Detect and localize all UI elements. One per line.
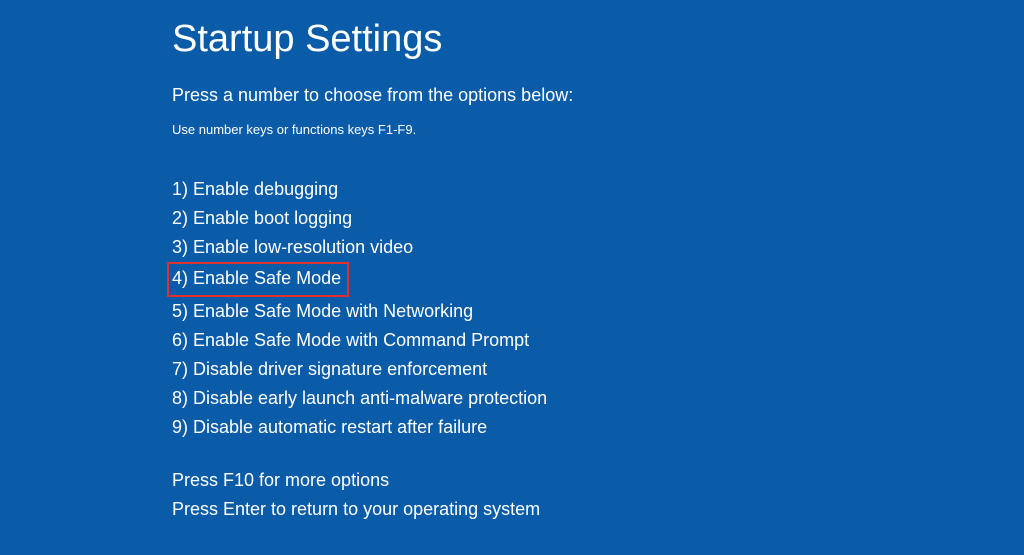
footer-return: Press Enter to return to your operating … [172, 495, 1024, 524]
option-4-enable-safe-mode[interactable]: 4) Enable Safe Mode [167, 262, 349, 296]
instruction-text: Press a number to choose from the option… [172, 85, 1024, 106]
option-2-enable-boot-logging[interactable]: 2) Enable boot logging [172, 204, 352, 233]
option-5-enable-safe-mode-networking[interactable]: 5) Enable Safe Mode with Networking [172, 297, 473, 326]
startup-settings-screen: Startup Settings Press a number to choos… [0, 0, 1024, 524]
options-list: 1) Enable debugging 2) Enable boot loggi… [172, 175, 1024, 442]
option-3-enable-low-resolution-video[interactable]: 3) Enable low-resolution video [172, 233, 413, 262]
option-9-disable-automatic-restart[interactable]: 9) Disable automatic restart after failu… [172, 413, 487, 442]
option-1-enable-debugging[interactable]: 1) Enable debugging [172, 175, 338, 204]
option-7-disable-driver-signature[interactable]: 7) Disable driver signature enforcement [172, 355, 487, 384]
hint-text: Use number keys or functions keys F1-F9. [172, 122, 1024, 137]
option-6-enable-safe-mode-command-prompt[interactable]: 6) Enable Safe Mode with Command Prompt [172, 326, 529, 355]
footer-more-options: Press F10 for more options [172, 466, 1024, 495]
option-8-disable-anti-malware[interactable]: 8) Disable early launch anti-malware pro… [172, 384, 547, 413]
page-title: Startup Settings [172, 18, 1024, 61]
